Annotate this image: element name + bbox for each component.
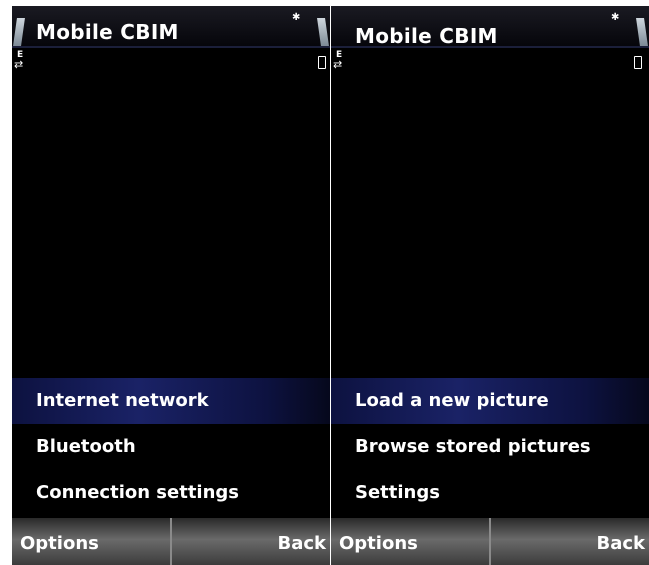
menu-item-browse-stored-pictures[interactable]: Browse stored pictures: [331, 424, 649, 470]
menu-item-connection-settings[interactable]: Connection settings: [12, 470, 330, 516]
back-softkey[interactable]: Back: [596, 533, 645, 554]
edge-data-icon: E ⇄: [333, 50, 343, 71]
menu-item-label: Settings: [355, 482, 440, 503]
menu-item-label: Browse stored pictures: [355, 436, 591, 457]
battery-icon: [634, 56, 642, 69]
menu-item-bluetooth[interactable]: Bluetooth: [12, 424, 330, 470]
options-softkey[interactable]: Options: [339, 533, 418, 554]
menu-item-internet-network[interactable]: Internet network: [12, 378, 330, 424]
bluetooth-icon: ✱: [292, 12, 301, 23]
menu-item-label: Load a new picture: [355, 390, 549, 411]
softkey-bar: Options Back: [12, 518, 330, 565]
battery-level-icon: [317, 18, 329, 46]
app-title: Mobile CBIM: [355, 24, 498, 48]
title-bar: Mobile CBIM ✱: [12, 6, 330, 48]
battery-level-icon: [636, 18, 648, 46]
menu-item-load-new-picture[interactable]: Load a new picture: [331, 378, 649, 424]
bluetooth-icon: ✱: [611, 12, 620, 23]
title-bar: Mobile CBIM ✱: [331, 6, 649, 48]
menu-list: Load a new picture Browse stored picture…: [331, 378, 649, 516]
battery-icon: [318, 56, 326, 69]
phone-screen-pictures: Mobile CBIM ✱ E ⇄ Load a new picture Bro…: [331, 6, 649, 565]
menu-item-label: Bluetooth: [36, 436, 136, 457]
menu-item-label: Internet network: [36, 390, 209, 411]
app-title: Mobile CBIM: [36, 20, 179, 44]
signal-strength-icon: [13, 18, 25, 46]
menu-list: Internet network Bluetooth Connection se…: [12, 378, 330, 516]
menu-item-label: Connection settings: [36, 482, 240, 503]
softkey-bar: Options Back: [331, 518, 649, 565]
menu-item-settings[interactable]: Settings: [331, 470, 649, 516]
options-softkey[interactable]: Options: [20, 533, 99, 554]
back-softkey[interactable]: Back: [277, 533, 326, 554]
phone-screen-connectivity: Mobile CBIM ✱ E ⇄ Internet network Bluet…: [12, 6, 330, 565]
edge-data-icon: E ⇄: [14, 50, 24, 71]
